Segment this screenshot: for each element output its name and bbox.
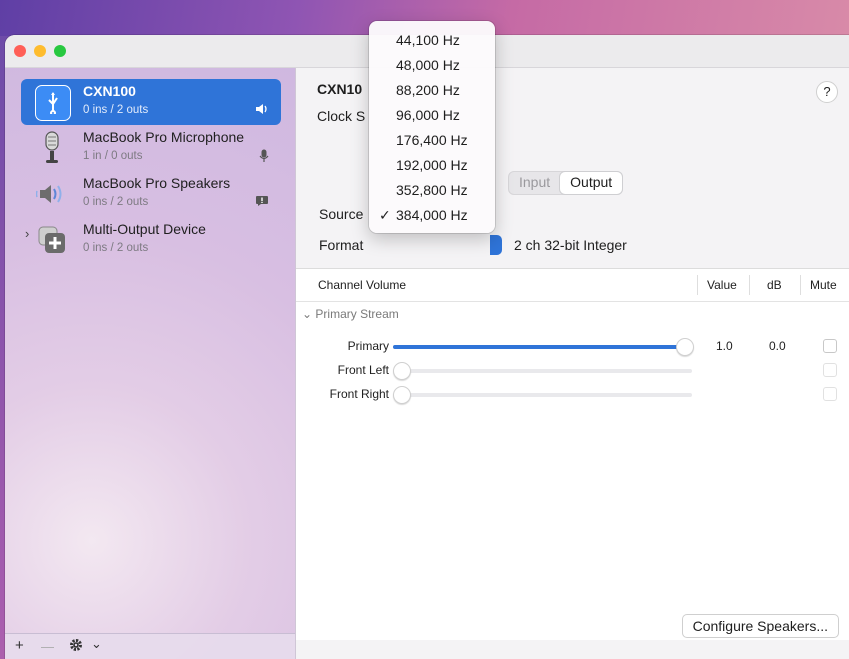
- stream-group-row[interactable]: ⌄ Primary Stream: [302, 307, 399, 321]
- menu-item-label: 352,800 Hz: [396, 182, 468, 198]
- slider-knob[interactable]: [393, 362, 411, 380]
- help-button[interactable]: ?: [816, 81, 838, 103]
- usb-icon: [35, 85, 71, 121]
- mute-checkbox[interactable]: [823, 339, 837, 353]
- close-button[interactable]: [14, 45, 26, 57]
- sidebar-footer: + — ⌄: [5, 633, 295, 659]
- device-io: 0 ins / 2 outs: [83, 104, 149, 116]
- device-sidebar: CXN100 0 ins / 2 outs MacBook Pro Microp…: [5, 68, 296, 659]
- device-name: MacBook Pro Microphone: [83, 129, 245, 145]
- header-mute[interactable]: Mute: [810, 278, 837, 292]
- remove-device-button[interactable]: —: [41, 639, 54, 654]
- channel-label: Front Left: [337, 363, 389, 377]
- menu-item-sample-rate[interactable]: 48,000 Hz: [369, 53, 495, 77]
- stream-group-label: Primary Stream: [315, 307, 399, 321]
- volume-slider[interactable]: [393, 338, 694, 356]
- tab-output[interactable]: Output: [560, 172, 623, 194]
- microphone-badge-icon: [259, 149, 269, 166]
- sample-rate-menu: 44,100 Hz 48,000 Hz 88,200 Hz 96,000 Hz …: [369, 21, 495, 233]
- slider-knob[interactable]: [393, 386, 411, 404]
- menu-item-sample-rate[interactable]: 176,400 Hz: [369, 128, 495, 152]
- menu-item-sample-rate[interactable]: 88,200 Hz: [369, 78, 495, 102]
- zoom-button[interactable]: [54, 45, 66, 57]
- gear-icon[interactable]: [69, 638, 83, 656]
- device-name: CXN100: [83, 83, 136, 99]
- device-io: 0 ins / 2 outs: [83, 242, 149, 254]
- device-row-speakers[interactable]: MacBook Pro Speakers 0 ins / 2 outs: [21, 171, 281, 217]
- menu-item-label: 96,000 Hz: [396, 107, 460, 123]
- input-output-segmented-control: Input Output: [508, 171, 624, 195]
- device-title: CXN10: [317, 81, 363, 97]
- tab-input[interactable]: Input: [509, 172, 560, 194]
- format-value[interactable]: 2 ch 32-bit Integer: [514, 237, 627, 253]
- menu-item-label: 88,200 Hz: [396, 82, 460, 98]
- channel-label: Primary: [347, 339, 389, 353]
- disclosure-chevron-icon[interactable]: ›: [25, 226, 29, 241]
- device-row-cxn100[interactable]: CXN100 0 ins / 2 outs: [21, 79, 281, 125]
- speaker-icon: [35, 177, 69, 211]
- volume-slider[interactable]: [393, 386, 692, 404]
- menu-item-label: 48,000 Hz: [396, 57, 460, 73]
- mute-checkbox[interactable]: [823, 387, 837, 401]
- menu-item-sample-rate-selected[interactable]: ✓ 384,000 Hz: [369, 203, 495, 227]
- format-label: Format: [319, 237, 364, 253]
- multi-output-icon: [35, 223, 69, 257]
- channel-value: 1.0: [716, 339, 733, 353]
- mute-checkbox[interactable]: [823, 363, 837, 377]
- configure-speakers-button[interactable]: Configure Speakers...: [681, 614, 839, 638]
- menu-item-label: 384,000 Hz: [396, 207, 468, 223]
- menu-item-sample-rate[interactable]: 44,100 Hz: [369, 28, 495, 52]
- clock-source-label: Clock S: [317, 108, 366, 124]
- channel-db: 0.0: [769, 339, 786, 353]
- checkmark-icon: ✓: [379, 207, 391, 223]
- channel-label: Front Right: [329, 387, 389, 401]
- menu-item-sample-rate[interactable]: 352,800 Hz: [369, 178, 495, 202]
- minimize-button[interactable]: [34, 45, 46, 57]
- device-io: 1 in / 0 outs: [83, 150, 143, 162]
- device-name: Multi-Output Device: [83, 221, 206, 237]
- column-divider: [697, 275, 698, 295]
- header-value[interactable]: Value: [707, 278, 737, 292]
- table-row: Front Left: [296, 359, 849, 383]
- slider-fill: [393, 345, 684, 349]
- device-io: 0 ins / 2 outs: [83, 196, 149, 208]
- header-db[interactable]: dB: [767, 278, 782, 292]
- column-divider: [800, 275, 801, 295]
- microphone-icon: [35, 131, 69, 165]
- alert-badge-icon: [255, 195, 269, 210]
- format-popup-button[interactable]: [490, 235, 502, 255]
- menu-item-sample-rate[interactable]: 96,000 Hz: [369, 103, 495, 127]
- chevron-down-icon[interactable]: ⌄: [302, 307, 312, 321]
- device-row-microphone[interactable]: MacBook Pro Microphone 1 in / 0 outs: [21, 125, 281, 171]
- volume-slider[interactable]: [393, 362, 692, 380]
- menu-item-sample-rate[interactable]: 192,000 Hz: [369, 153, 495, 177]
- source-label: Source: [319, 206, 364, 222]
- device-name: MacBook Pro Speakers: [83, 175, 231, 191]
- chevron-down-icon[interactable]: ⌄: [91, 636, 102, 652]
- menu-item-label: 176,400 Hz: [396, 132, 468, 148]
- column-divider: [749, 275, 750, 295]
- table-row: Front Right: [296, 383, 849, 407]
- slider-knob[interactable]: [676, 338, 694, 356]
- menu-item-label: 44,100 Hz: [396, 32, 460, 48]
- add-device-button[interactable]: +: [15, 637, 24, 654]
- table-row: Primary 1.0 0.0: [296, 335, 849, 359]
- header-channel-volume[interactable]: Channel Volume: [318, 278, 406, 292]
- channel-volume-table: Channel Volume Value dB Mute ⌄ Primary S…: [296, 268, 849, 640]
- table-header: Channel Volume Value dB Mute: [296, 269, 849, 302]
- menu-item-label: 192,000 Hz: [396, 157, 468, 173]
- speaker-badge-icon: [255, 103, 269, 118]
- device-row-multi-output[interactable]: › Multi-Output Device 0 ins / 2 outs: [21, 217, 281, 263]
